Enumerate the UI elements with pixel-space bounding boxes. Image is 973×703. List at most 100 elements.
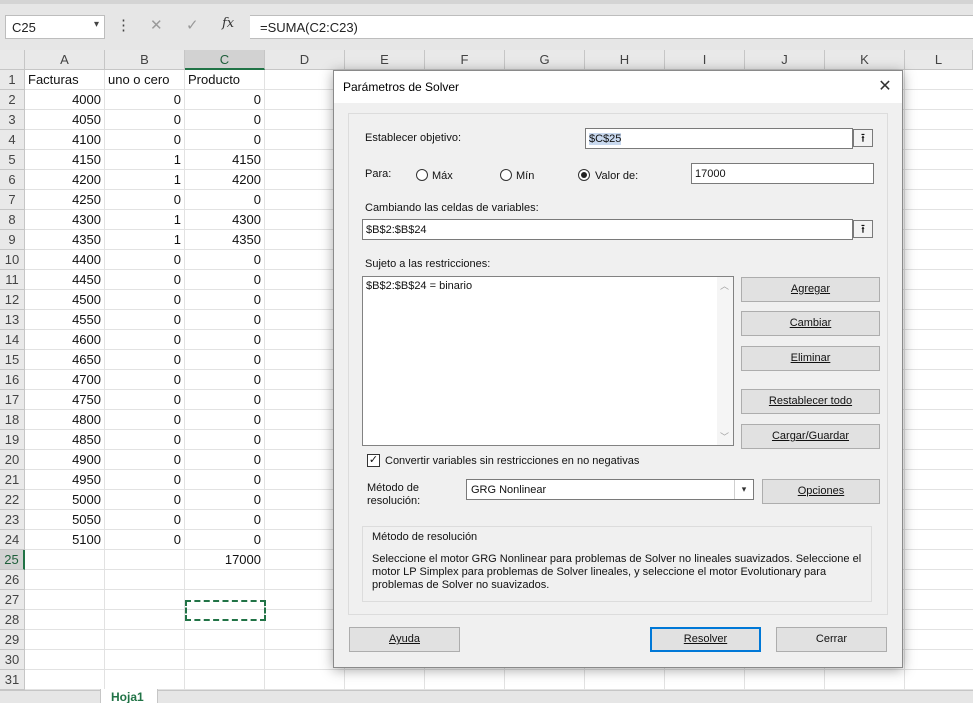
cell[interactable]: 4100 <box>25 130 101 150</box>
cell[interactable]: 5050 <box>25 510 101 530</box>
cell[interactable]: 1 <box>105 210 181 230</box>
reset-all-button[interactable]: Restablecer todo <box>741 389 880 414</box>
cell[interactable]: 0 <box>185 430 261 450</box>
select-all-corner[interactable] <box>0 50 25 70</box>
cell[interactable]: 4200 <box>185 170 261 190</box>
cell[interactable]: 4300 <box>185 210 261 230</box>
cell[interactable]: 1 <box>105 230 181 250</box>
cell[interactable]: 4150 <box>25 150 101 170</box>
cell[interactable]: 5100 <box>25 530 101 550</box>
cell[interactable]: 0 <box>185 90 261 110</box>
cell[interactable]: 0 <box>105 510 181 530</box>
column-header[interactable]: G <box>505 50 585 70</box>
row-header[interactable]: 10 <box>0 250 25 270</box>
column-header[interactable]: I <box>665 50 745 70</box>
cell[interactable]: 0 <box>185 470 261 490</box>
radio-max-label[interactable]: Máx <box>432 170 453 182</box>
row-header[interactable]: 21 <box>0 470 25 490</box>
cell[interactable]: Facturas <box>28 70 79 90</box>
column-header[interactable]: C <box>185 50 265 70</box>
radio-value-of-label[interactable]: Valor de: <box>595 170 638 182</box>
row-header[interactable]: 15 <box>0 350 25 370</box>
cell[interactable]: 0 <box>185 190 261 210</box>
row-header[interactable]: 22 <box>0 490 25 510</box>
column-header[interactable]: E <box>345 50 425 70</box>
row-header[interactable]: 31 <box>0 670 25 690</box>
row-header[interactable]: 16 <box>0 370 25 390</box>
row-header[interactable]: 27 <box>0 590 25 610</box>
collapse-ref-icon[interactable]: ⭱ <box>853 220 873 238</box>
row-header[interactable]: 18 <box>0 410 25 430</box>
change-button[interactable]: Cambiar <box>741 311 880 336</box>
cancel-icon[interactable]: ✕ <box>150 16 163 34</box>
close-button[interactable]: Cerrar <box>776 627 887 652</box>
sheet-tab[interactable]: Hoja1 <box>100 689 158 703</box>
cell[interactable]: 0 <box>105 530 181 550</box>
cell[interactable]: 0 <box>105 110 181 130</box>
column-header[interactable]: H <box>585 50 665 70</box>
chevron-down-icon[interactable]: ▾ <box>734 480 753 499</box>
cell[interactable]: 0 <box>185 370 261 390</box>
cell[interactable]: 1 <box>105 170 181 190</box>
column-header[interactable]: F <box>425 50 505 70</box>
cell[interactable]: 0 <box>105 490 181 510</box>
cell[interactable]: 0 <box>105 130 181 150</box>
constraint-item[interactable]: $B$2:$B$24 = binario <box>366 280 472 292</box>
cell[interactable]: 4950 <box>25 470 101 490</box>
column-header[interactable]: K <box>825 50 905 70</box>
solve-button[interactable]: Resolver <box>650 627 761 652</box>
load-save-button[interactable]: Cargar/Guardar <box>741 424 880 449</box>
row-header[interactable]: 2 <box>0 90 25 110</box>
nonnegative-checkbox[interactable]: ✓ <box>367 454 380 467</box>
cell[interactable]: 0 <box>185 330 261 350</box>
changing-cells-input[interactable]: $B$2:$B$24 <box>362 219 853 240</box>
cell[interactable]: 4350 <box>25 230 101 250</box>
cell[interactable]: 0 <box>105 390 181 410</box>
row-header[interactable]: 14 <box>0 330 25 350</box>
cell[interactable]: 4750 <box>25 390 101 410</box>
cell[interactable]: 0 <box>185 530 261 550</box>
cell[interactable]: 4650 <box>25 350 101 370</box>
cell[interactable]: 0 <box>105 430 181 450</box>
cell[interactable]: 0 <box>185 110 261 130</box>
cell[interactable]: 4800 <box>25 410 101 430</box>
more-icon[interactable]: ⋮ <box>116 16 131 34</box>
cell[interactable]: 0 <box>105 350 181 370</box>
cell[interactable]: 0 <box>105 270 181 290</box>
cell[interactable]: 17000 <box>185 550 261 570</box>
row-header[interactable]: 24 <box>0 530 25 550</box>
cell[interactable]: 4000 <box>25 90 101 110</box>
radio-min[interactable] <box>500 169 512 181</box>
cell[interactable]: 4250 <box>25 190 101 210</box>
cell[interactable]: 4900 <box>25 450 101 470</box>
cell[interactable]: 4050 <box>25 110 101 130</box>
cell[interactable]: 4150 <box>185 150 261 170</box>
row-header[interactable]: 13 <box>0 310 25 330</box>
cell[interactable]: 0 <box>185 310 261 330</box>
row-header[interactable]: 20 <box>0 450 25 470</box>
cell[interactable]: 0 <box>185 250 261 270</box>
delete-button[interactable]: Eliminar <box>741 346 880 371</box>
cell[interactable]: 0 <box>185 290 261 310</box>
row-header[interactable]: 7 <box>0 190 25 210</box>
cell[interactable]: 0 <box>105 310 181 330</box>
radio-value-of[interactable] <box>578 169 590 181</box>
nonnegative-label[interactable]: Convertir variables sin restricciones en… <box>385 455 639 467</box>
column-header[interactable]: A <box>25 50 105 70</box>
row-header[interactable]: 28 <box>0 610 25 630</box>
cell[interactable]: 0 <box>185 510 261 530</box>
cell[interactable]: 1 <box>105 150 181 170</box>
cell[interactable]: 0 <box>105 410 181 430</box>
row-header[interactable]: 3 <box>0 110 25 130</box>
cell[interactable]: 0 <box>185 450 261 470</box>
row-header[interactable]: 29 <box>0 630 25 650</box>
objective-input[interactable]: $C$25 <box>585 128 853 149</box>
cell[interactable]: 4850 <box>25 430 101 450</box>
cell[interactable]: 0 <box>105 470 181 490</box>
cell[interactable]: 0 <box>185 390 261 410</box>
constraints-list[interactable]: $B$2:$B$24 = binario ︿ ﹀ <box>362 276 734 446</box>
cell[interactable]: uno o cero <box>108 70 169 90</box>
scrollbar[interactable]: ︿ ﹀ <box>717 277 733 445</box>
row-header[interactable]: 30 <box>0 650 25 670</box>
row-header[interactable]: 5 <box>0 150 25 170</box>
